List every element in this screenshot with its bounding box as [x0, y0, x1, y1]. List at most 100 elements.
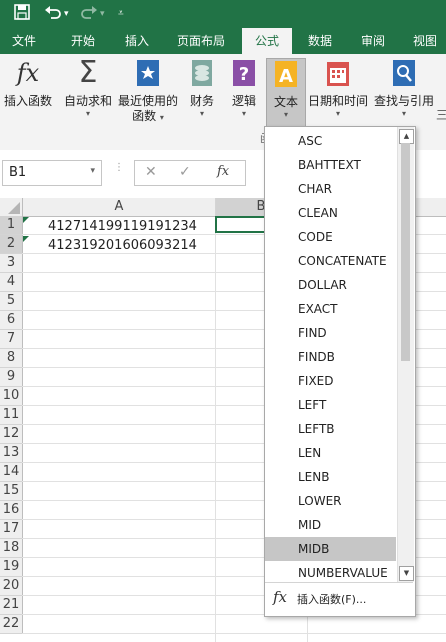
function-item-left[interactable]: LEFT: [265, 393, 396, 417]
row-header-15[interactable]: 15: [0, 482, 23, 501]
dropdown-scrollbar[interactable]: ▲ ▼: [397, 127, 414, 582]
coins-icon: [188, 58, 216, 88]
name-box[interactable]: B1 ▾: [2, 160, 102, 186]
function-item-leftb[interactable]: LEFTB: [265, 417, 396, 441]
tab-page-layout[interactable]: 页面布局: [168, 28, 234, 54]
function-item-clean[interactable]: CLEAN: [265, 201, 396, 225]
row-header-5[interactable]: 5: [0, 292, 23, 311]
function-item-char[interactable]: CHAR: [265, 177, 396, 201]
scroll-up-icon[interactable]: ▲: [399, 129, 414, 144]
svg-text:?: ?: [239, 64, 249, 85]
function-item-findb[interactable]: FINDB: [265, 345, 396, 369]
function-item-asc[interactable]: ASC: [265, 129, 396, 153]
undo-dropdown-icon[interactable]: ▾: [64, 4, 69, 24]
lookup-label: 查找与引用: [373, 94, 434, 108]
cancel-icon[interactable]: ✕: [145, 164, 157, 180]
tab-view[interactable]: 视图: [404, 28, 446, 54]
row-header-10[interactable]: 10: [0, 387, 23, 406]
financial-caret-icon: ▾: [199, 109, 204, 118]
tab-file[interactable]: 文件: [0, 28, 48, 54]
column-header-a[interactable]: A: [23, 198, 216, 217]
function-item-concatenate[interactable]: CONCATENATE: [265, 249, 396, 273]
autosum-label: 自动求和: [63, 94, 112, 108]
logical-caret-icon: ▾: [241, 109, 246, 118]
scrollbar-thumb[interactable]: [401, 143, 410, 361]
datetime-button[interactable]: 日期和时间 ▾: [306, 58, 370, 119]
calendar-icon: [324, 58, 352, 88]
row-header-3[interactable]: 3: [0, 254, 23, 273]
text-caret-icon: ▾: [283, 110, 288, 119]
recently-used-button[interactable]: 最近使用的 函数 ▾: [116, 58, 180, 124]
row-header-13[interactable]: 13: [0, 444, 23, 463]
tab-home[interactable]: 开始: [56, 28, 110, 54]
autosum-button[interactable]: Σ 自动求和 ▾: [62, 58, 114, 119]
autosum-caret-icon: ▾: [85, 109, 90, 118]
row-divider: [22, 633, 446, 634]
row-header-22[interactable]: 22: [0, 615, 23, 634]
function-item-code[interactable]: CODE: [265, 225, 396, 249]
lookup-button[interactable]: 查找与引用 ▾: [372, 58, 436, 119]
logical-label: 逻辑: [231, 94, 256, 108]
select-all-corner[interactable]: [0, 198, 23, 217]
row-header-19[interactable]: 19: [0, 558, 23, 577]
row-header-17[interactable]: 17: [0, 520, 23, 539]
text-functions-dropdown: ASC BAHTTEXT CHAR CLEAN CODE CONCATENATE DOLLA…: [264, 126, 416, 617]
datetime-caret-icon: ▾: [335, 109, 340, 118]
tab-formulas[interactable]: 公式: [242, 28, 292, 54]
financial-button[interactable]: 财务 ▾: [184, 58, 220, 119]
name-box-value: B1: [9, 165, 27, 180]
function-item-exact[interactable]: EXACT: [265, 297, 396, 321]
insert-function-fx-icon[interactable]: fx: [217, 164, 229, 179]
save-icon[interactable]: [14, 4, 30, 26]
row-header-14[interactable]: 14: [0, 463, 23, 482]
function-item-lower[interactable]: LOWER: [265, 489, 396, 513]
function-item-midb[interactable]: MIDB: [265, 537, 396, 561]
text-button[interactable]: A 文本 ▾: [266, 58, 306, 132]
row-header-2[interactable]: 2: [0, 235, 23, 254]
error-indicator-icon[interactable]: [23, 236, 29, 242]
column-divider: [215, 216, 216, 642]
redo-icon[interactable]: [80, 4, 98, 26]
sigma-icon: Σ: [78, 55, 98, 90]
undo-icon[interactable]: [44, 4, 62, 26]
redo-dropdown-icon[interactable]: ▾: [100, 4, 105, 24]
insert-function-menu-label: 插入函数(F)...: [297, 593, 367, 606]
function-item-find[interactable]: FIND: [265, 321, 396, 345]
confirm-icon[interactable]: ✓: [179, 164, 191, 180]
name-box-dropdown-icon[interactable]: ▾: [90, 166, 95, 176]
tab-insert[interactable]: 插入: [112, 28, 162, 54]
function-item-dollar[interactable]: DOLLAR: [265, 273, 396, 297]
insert-function-menu-item[interactable]: fx 插入函数(F)...: [265, 582, 413, 615]
function-item-mid[interactable]: MID: [265, 513, 396, 537]
insert-function-button[interactable]: fx 插入函数: [2, 58, 54, 109]
ribbon-tabs: 文件 开始 插入 页面布局 公式 数据 审阅 视图: [0, 28, 446, 54]
row-header-9[interactable]: 9: [0, 368, 23, 387]
row-header-20[interactable]: 20: [0, 577, 23, 596]
row-header-6[interactable]: 6: [0, 311, 23, 330]
row-header-7[interactable]: 7: [0, 330, 23, 349]
recently-used-label-line1: 最近使用的: [117, 94, 178, 108]
function-item-fixed[interactable]: FIXED: [265, 369, 396, 393]
fx-icon: fx: [16, 59, 40, 87]
scroll-down-icon[interactable]: ▼: [399, 566, 414, 581]
insert-function-label: 插入函数: [3, 94, 52, 108]
star-book-icon: [134, 58, 162, 88]
function-item-len[interactable]: LEN: [265, 441, 396, 465]
row-header-16[interactable]: 16: [0, 501, 23, 520]
customize-toolbar-icon[interactable]: ⩡: [118, 4, 124, 24]
error-indicator-icon[interactable]: [23, 217, 29, 223]
row-header-4[interactable]: 4: [0, 273, 23, 292]
function-item-lenb[interactable]: LENB: [265, 465, 396, 489]
row-header-11[interactable]: 11: [0, 406, 23, 425]
row-header-12[interactable]: 12: [0, 425, 23, 444]
tab-review[interactable]: 审阅: [350, 28, 396, 54]
tab-data[interactable]: 数据: [296, 28, 344, 54]
row-header-18[interactable]: 18: [0, 539, 23, 558]
magnifier-book-icon: [390, 58, 418, 88]
row-header-8[interactable]: 8: [0, 349, 23, 368]
row-header-1[interactable]: 1: [0, 216, 23, 235]
row-header-21[interactable]: 21: [0, 596, 23, 615]
logical-button[interactable]: ? 逻辑 ▾: [228, 58, 260, 119]
function-item-bahttext[interactable]: BAHTTEXT: [265, 153, 396, 177]
more-functions-button[interactable]: 三: [436, 106, 446, 123]
